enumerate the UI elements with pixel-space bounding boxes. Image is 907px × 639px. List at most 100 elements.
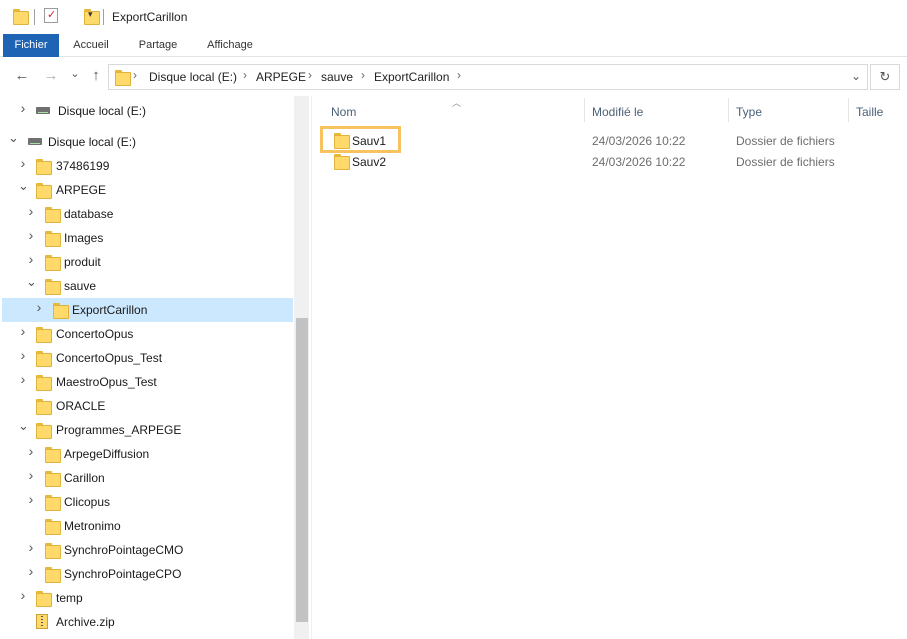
tab-fichier[interactable]: Fichier (3, 34, 59, 57)
chevron-right-icon[interactable]: › (26, 540, 36, 554)
tree-item[interactable]: › SynchroPointageCPO (2, 562, 293, 586)
chevron-right-icon[interactable]: › (26, 252, 36, 266)
pane-divider[interactable] (311, 96, 312, 639)
chevron-right-icon[interactable]: › (26, 492, 36, 506)
column-type[interactable]: Type (736, 105, 762, 119)
highlight-box (320, 126, 401, 153)
address-bar[interactable]: › Disque local (E:) › ARPEGE › sauve › E… (108, 64, 868, 90)
chevron-right-icon[interactable]: › (361, 68, 365, 82)
recent-locations-icon[interactable]: ⌄ (66, 66, 84, 82)
chevron-right-icon[interactable]: › (308, 68, 312, 82)
tree-item-label: produit (64, 255, 101, 269)
chevron-down-icon[interactable]: ⌄ (851, 69, 861, 83)
folder-icon (45, 567, 61, 583)
tree-item[interactable]: › Images (2, 226, 293, 250)
tree-item-label: database (64, 207, 114, 221)
up-icon[interactable]: ↑ (87, 68, 105, 84)
chevron-right-icon[interactable]: › (133, 68, 137, 82)
tab-affichage[interactable]: Affichage (199, 34, 261, 57)
chevron-right-icon[interactable]: › (18, 372, 28, 386)
chevron-right-icon[interactable]: › (34, 300, 44, 314)
chevron-right-icon[interactable]: › (26, 564, 36, 578)
folder-icon (36, 375, 52, 391)
tree-item[interactable]: › Carillon (2, 466, 293, 490)
tree-item[interactable]: › Clicopus (2, 490, 293, 514)
file-modified: 24/03/2026 10:22 (592, 155, 686, 169)
chevron-down-icon[interactable]: ⌄ (8, 131, 19, 144)
chevron-right-icon[interactable]: › (18, 324, 28, 338)
chevron-right-icon[interactable]: › (18, 101, 28, 115)
tree-item-label: Programmes_ARPEGE (56, 423, 182, 437)
chevron-right-icon[interactable]: › (26, 444, 36, 458)
divider (103, 9, 104, 25)
tree-item[interactable]: › 37486199 (2, 154, 293, 178)
back-icon[interactable]: ← (13, 68, 31, 84)
column-name[interactable]: Nom (331, 105, 356, 119)
tree-item[interactable]: › ConcertoOpus (2, 322, 293, 346)
tree-item-label: Disque local (E:) (58, 104, 147, 118)
folder-icon (36, 591, 52, 607)
divider (34, 9, 35, 25)
tree-item-label: ArpegeDiffusion (64, 447, 150, 461)
zip-icon (36, 614, 48, 629)
chevron-right-icon[interactable]: › (26, 228, 36, 242)
chevron-right-icon[interactable]: › (18, 156, 28, 170)
nav-scrollbar-thumb[interactable] (296, 318, 308, 622)
tree-item[interactable]: › ExportCarillon (2, 298, 293, 322)
breadcrumb-drive[interactable]: Disque local (E:) (149, 70, 237, 84)
customize-toolbar-icon[interactable]: ▾ (88, 9, 93, 20)
tree-item[interactable]: ⌄ Programmes_ARPEGE (2, 418, 293, 442)
folder-icon (53, 303, 69, 319)
file-row[interactable]: Sauv2 24/03/2026 10:22 Dossier de fichie… (322, 151, 907, 172)
tree-item[interactable]: › database (2, 202, 293, 226)
tree-item[interactable]: › MaestroOpus_Test (2, 370, 293, 394)
tree-item[interactable]: ⌄ Disque local (E:) (2, 130, 293, 154)
file-type: Dossier de fichiers (736, 134, 835, 148)
refresh-button[interactable]: ↻ (870, 64, 900, 90)
column-divider[interactable] (848, 98, 849, 122)
folder-icon (334, 154, 350, 170)
chevron-right-icon[interactable]: › (243, 68, 247, 82)
breadcrumb-exportcarillon[interactable]: ExportCarillon (374, 70, 449, 84)
chevron-right-icon[interactable]: › (26, 468, 36, 482)
tree-item[interactable]: Archive.zip (2, 610, 293, 634)
column-header: ︿ Nom Modifié le Type Taille (312, 96, 907, 124)
column-size[interactable]: Taille (856, 105, 883, 119)
tree-item[interactable]: › ArpegeDiffusion (2, 442, 293, 466)
chevron-right-icon[interactable]: › (18, 348, 28, 362)
tree-item-label: ARPEGE (56, 183, 107, 197)
breadcrumb-sauve[interactable]: sauve (321, 70, 353, 84)
folder-icon (36, 351, 52, 367)
chevron-down-icon[interactable]: ⌄ (18, 419, 29, 432)
tree-item-label: temp (56, 591, 83, 605)
folder-icon (45, 543, 61, 559)
tree-item[interactable]: › SynchroPointageCMO (2, 538, 293, 562)
properties-icon[interactable]: ✓ (44, 8, 58, 23)
breadcrumb-arpege[interactable]: ARPEGE (256, 70, 306, 84)
column-divider[interactable] (584, 98, 585, 122)
tree-item-label: ExportCarillon (72, 303, 148, 317)
column-divider[interactable] (728, 98, 729, 122)
chevron-right-icon[interactable]: › (26, 204, 36, 218)
tab-partage[interactable]: Partage (131, 34, 185, 57)
file-row[interactable]: Sauv1 24/03/2026 10:22 Dossier de fichie… (322, 130, 907, 151)
tree-item[interactable]: › produit (2, 250, 293, 274)
chevron-right-icon[interactable]: › (18, 588, 28, 602)
tab-accueil[interactable]: Accueil (66, 34, 116, 57)
folder-icon (115, 70, 131, 86)
file-name: Sauv2 (352, 155, 387, 169)
chevron-down-icon[interactable]: ⌄ (26, 275, 37, 288)
tree-item[interactable]: ⌄ ARPEGE (2, 178, 293, 202)
chevron-right-icon[interactable]: › (457, 68, 461, 82)
forward-icon[interactable]: → (42, 68, 60, 84)
column-modified[interactable]: Modifié le (592, 105, 643, 119)
folder-icon (45, 279, 61, 295)
tree-item[interactable]: › temp (2, 586, 293, 610)
tree-item[interactable]: › Disque local (E:) (2, 99, 293, 123)
tree-item[interactable]: Metronimo (2, 514, 293, 538)
tree-item[interactable]: › ConcertoOpus_Test (2, 346, 293, 370)
tree-item-label: Archive.zip (56, 615, 115, 629)
tree-item[interactable]: ORACLE (2, 394, 293, 418)
tree-item[interactable]: ⌄ sauve (2, 274, 293, 298)
chevron-down-icon[interactable]: ⌄ (18, 179, 29, 192)
